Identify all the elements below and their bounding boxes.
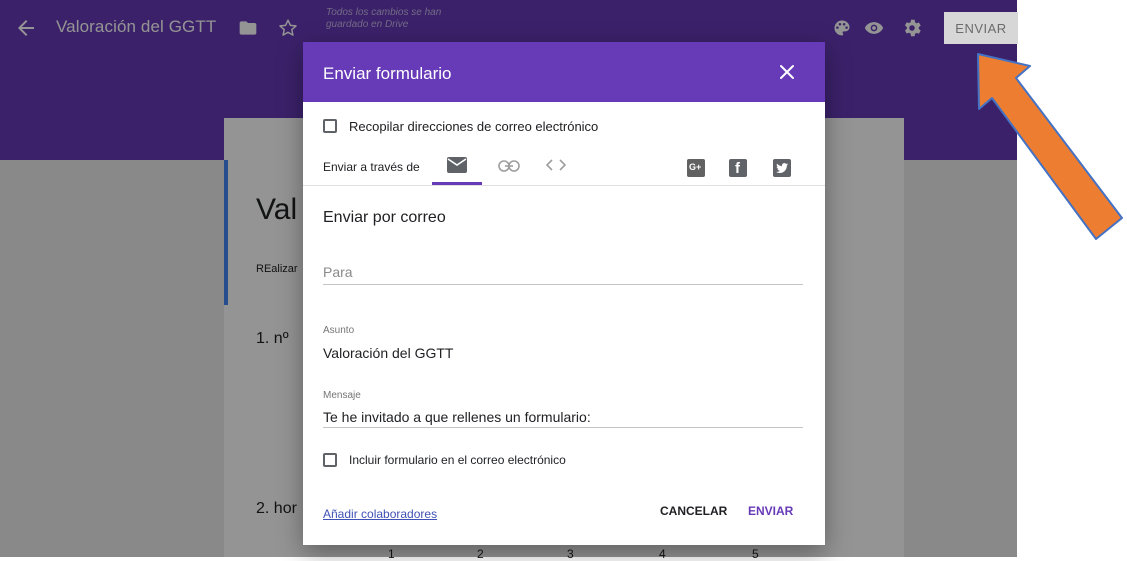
subject-field[interactable]: Valoración del GGTT: [323, 345, 453, 361]
tab-email[interactable]: [432, 147, 482, 185]
dialog-header: Enviar formulario: [303, 42, 825, 102]
include-form-checkbox[interactable]: [323, 453, 337, 467]
close-icon[interactable]: [779, 64, 795, 80]
tabs-divider: [303, 185, 825, 186]
send-form-dialog: Enviar formulario Recopilar direcciones …: [303, 42, 825, 545]
email-icon: [447, 157, 467, 173]
dialog-title: Enviar formulario: [323, 64, 452, 83]
message-field-underline: [323, 427, 803, 428]
to-field-underline: [323, 284, 803, 285]
include-form-label: Incluir formulario en el correo electrón…: [349, 453, 566, 467]
collect-emails-checkbox[interactable]: [323, 119, 337, 133]
send-button[interactable]: ENVIAR: [744, 502, 797, 520]
tab-embed[interactable]: [531, 147, 581, 185]
twitter-bird-glyph: [776, 163, 788, 173]
message-field[interactable]: Te he invitado a que rellenes un formula…: [323, 409, 591, 425]
send-by-email-heading: Enviar por correo: [323, 209, 446, 226]
subject-label: Asunto: [323, 325, 355, 336]
add-collaborators-link[interactable]: Añadir colaboradores: [323, 507, 437, 521]
facebook-glyph: f: [735, 160, 740, 177]
send-via-label: Enviar a través de: [323, 160, 420, 174]
link-icon: [498, 160, 520, 172]
embed-icon: [546, 159, 566, 171]
google-plus-glyph: G+: [689, 162, 702, 172]
cancel-button[interactable]: CANCELAR: [656, 502, 731, 520]
collect-emails-label: Recopilar direcciones de correo electrón…: [349, 119, 599, 134]
twitter-icon[interactable]: [773, 159, 791, 177]
google-plus-icon[interactable]: G+: [687, 159, 705, 177]
message-label: Mensaje: [323, 390, 361, 401]
facebook-icon[interactable]: f: [729, 159, 747, 177]
tab-link[interactable]: [484, 147, 534, 185]
send-button-toolbar[interactable]: ENVIAR: [944, 12, 1018, 44]
to-field[interactable]: Para: [323, 264, 353, 280]
annotation-arrow-icon: [977, 53, 1123, 240]
